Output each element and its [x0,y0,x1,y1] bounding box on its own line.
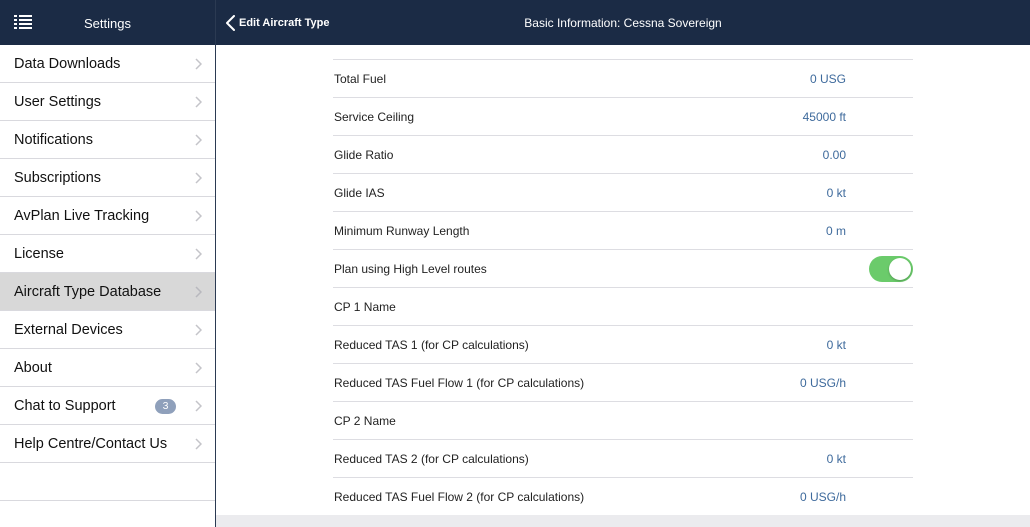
sidebar-item-subscriptions[interactable]: Subscriptions [0,159,215,197]
table-row-min-runway-length[interactable]: Minimum Runway Length 0 m [333,211,913,249]
row-value[interactable]: 45000 ft [803,110,846,124]
row-value[interactable]: 0.00 [823,148,846,162]
row-value[interactable]: 0 kt [827,186,846,200]
sidebar-item-data-downloads[interactable]: Data Downloads [0,45,215,83]
chevron-right-icon [195,210,202,222]
sidebar-item-label: Chat to Support [14,397,116,414]
high-level-routes-toggle[interactable] [869,256,913,282]
sidebar-item-notifications[interactable]: Notifications [0,121,215,159]
sidebar-item-label: About [14,359,52,376]
table-row-reduced-tas-fuel-flow-2[interactable]: Reduced TAS Fuel Flow 2 (for CP calculat… [333,477,913,515]
aircraft-type-detail: Total Fuel 0 USG Service Ceiling 45000 f… [216,45,1030,515]
row-label: Total Fuel [334,72,387,86]
table-row-cp1-name[interactable]: CP 1 Name [333,287,913,325]
sidebar-header: Settings [0,0,215,45]
sidebar-item-label: Notifications [14,131,93,148]
table-row-reduced-tas-2[interactable]: Reduced TAS 2 (for CP calculations) 0 kt [333,439,913,477]
bottom-toolbar [216,515,1030,527]
row-label: Service Ceiling [334,110,415,124]
chevron-right-icon [195,400,202,412]
unread-count-badge: 3 [155,399,176,414]
table-row-high-level-routes: Plan using High Level routes [333,249,913,287]
table-row-glide-ratio[interactable]: Glide Ratio 0.00 [333,135,913,173]
row-value[interactable]: 0 kt [827,452,846,466]
row-label: CP 2 Name [334,414,396,428]
settings-sidebar: Data Downloads User Settings Notificatio… [0,45,215,527]
sidebar-item-label: Data Downloads [14,55,121,72]
chevron-right-icon [195,362,202,374]
sidebar-item-chat-to-support[interactable]: Chat to Support 3 [0,387,215,425]
sidebar-item-aircraft-type-database[interactable]: Aircraft Type Database [0,273,215,311]
sidebar-item-label: User Settings [14,93,102,110]
sidebar-item-license[interactable]: License [0,235,215,273]
row-value[interactable]: 0 USG/h [800,376,846,390]
chevron-right-icon [195,438,202,450]
row-value[interactable]: 0 kt [827,338,846,352]
chevron-right-icon [195,134,202,146]
sidebar-item-external-devices[interactable]: External Devices [0,311,215,349]
chevron-right-icon [195,58,202,70]
row-label: Glide IAS [334,186,385,200]
table-row-total-fuel[interactable]: Total Fuel 0 USG [333,59,913,97]
row-label: Reduced TAS 1 (for CP calculations) [334,338,529,352]
row-value[interactable]: 0 USG [810,72,846,86]
row-label: Glide Ratio [334,148,394,162]
sidebar-item-label: Subscriptions [14,169,102,186]
sidebar-item-label: External Devices [14,321,123,338]
row-label: Reduced TAS Fuel Flow 2 (for CP calculat… [334,490,585,504]
sidebar-title: Settings [84,16,131,31]
row-value[interactable]: 0 USG/h [800,490,846,504]
sidebar-empty-row [0,463,215,501]
row-value[interactable]: 0 m [826,224,846,238]
chevron-right-icon [195,248,202,260]
row-label: Reduced TAS Fuel Flow 1 (for CP calculat… [334,376,585,390]
sidebar-item-label: License [14,245,64,262]
table-row-service-ceiling[interactable]: Service Ceiling 45000 ft [333,97,913,135]
sidebar-item-label: Help Centre/Contact Us [14,435,168,452]
settings-table: Total Fuel 0 USG Service Ceiling 45000 f… [333,59,913,515]
row-label: CP 1 Name [334,300,396,314]
chevron-right-icon [195,286,202,298]
detail-header: Edit Aircraft Type Basic Information: Ce… [216,0,1030,45]
sidebar-item-user-settings[interactable]: User Settings [0,83,215,121]
row-label: Plan using High Level routes [334,262,487,276]
table-row-cp2-name[interactable]: CP 2 Name [333,401,913,439]
table-row-reduced-tas-1[interactable]: Reduced TAS 1 (for CP calculations) 0 kt [333,325,913,363]
page-title: Basic Information: Cessna Sovereign [524,16,722,30]
row-label: Minimum Runway Length [334,224,470,238]
chevron-right-icon [195,324,202,336]
sidebar-item-about[interactable]: About [0,349,215,387]
sidebar-item-live-tracking[interactable]: AvPlan Live Tracking [0,197,215,235]
table-row-glide-ias[interactable]: Glide IAS 0 kt [333,173,913,211]
toggle-knob [889,258,911,280]
chevron-right-icon [195,172,202,184]
row-label: Reduced TAS 2 (for CP calculations) [334,452,529,466]
sidebar-item-help-centre[interactable]: Help Centre/Contact Us [0,425,215,463]
table-row-reduced-tas-fuel-flow-1[interactable]: Reduced TAS Fuel Flow 1 (for CP calculat… [333,363,913,401]
sidebar-item-label: AvPlan Live Tracking [14,207,150,224]
chevron-right-icon [195,96,202,108]
sidebar-item-label: Aircraft Type Database [14,283,162,300]
